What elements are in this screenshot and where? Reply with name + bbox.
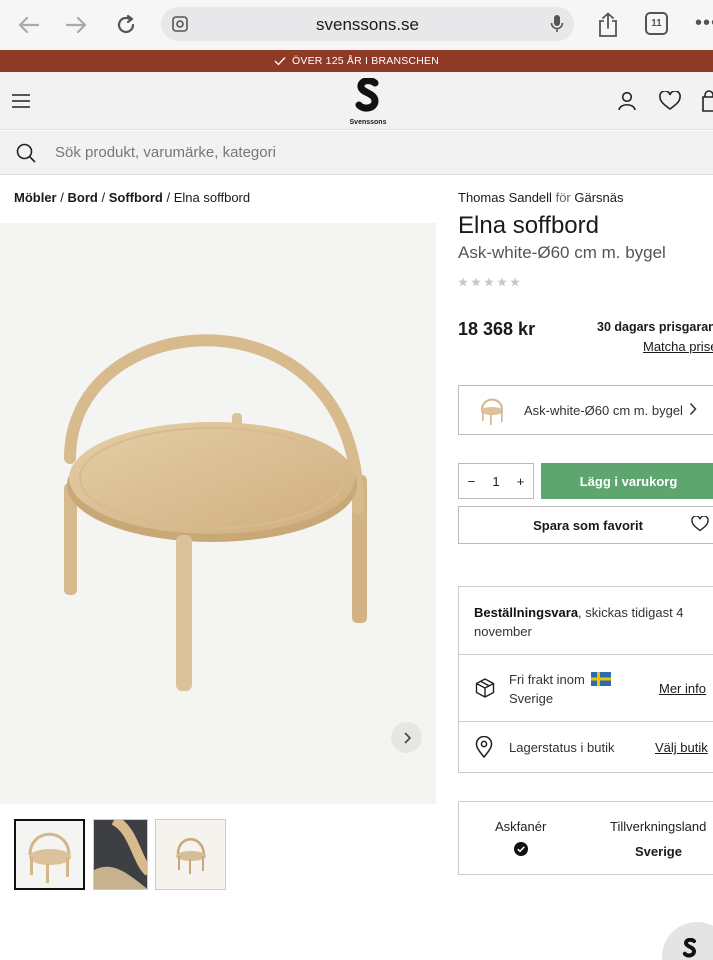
address-bar[interactable]: svenssons.se bbox=[161, 7, 574, 41]
breadcrumb-item-mobler[interactable]: Möbler bbox=[14, 190, 57, 205]
breadcrumb-item-soffbord[interactable]: Soffbord bbox=[109, 190, 163, 205]
star-icon bbox=[484, 277, 494, 287]
product-title: Elna soffbord bbox=[458, 212, 599, 239]
cart-bag-icon[interactable] bbox=[701, 90, 713, 117]
quantity-increase-button[interactable]: + bbox=[517, 474, 525, 489]
star-icon bbox=[458, 277, 468, 287]
check-icon bbox=[274, 57, 286, 66]
table-illustration bbox=[64, 334, 367, 691]
next-image-button[interactable] bbox=[391, 722, 422, 753]
chat-button[interactable] bbox=[662, 922, 713, 960]
account-icon[interactable] bbox=[617, 91, 637, 116]
thumbnail-detail-image bbox=[94, 820, 147, 889]
star-icon bbox=[497, 277, 507, 287]
variant-thumbnail bbox=[481, 398, 504, 425]
shipping-more-info-link[interactable]: Mer info bbox=[659, 681, 706, 696]
heart-icon bbox=[691, 516, 709, 532]
search-input[interactable]: Sök produkt, varumärke, kategori bbox=[55, 144, 276, 161]
add-to-cart-button[interactable]: Lägg i varukorg bbox=[541, 463, 713, 499]
order-type: Beställningsvara bbox=[474, 605, 579, 620]
choose-store-link[interactable]: Välj butik bbox=[655, 740, 708, 755]
promo-text: ÖVER 125 ÅR I BRANSCHEN bbox=[292, 55, 439, 67]
shipping-section: Fri frakt inom Sverige Mer info bbox=[459, 655, 713, 722]
save-favorite-label: Spara som favorit bbox=[533, 517, 643, 533]
location-pin-icon bbox=[475, 736, 493, 758]
product-price: 18 368 kr bbox=[458, 319, 536, 339]
match-price-link[interactable]: Matcha priset bbox=[643, 339, 713, 354]
search-bar[interactable]: Sök produkt, varumärke, kategori bbox=[0, 131, 713, 175]
forward-arrow-icon[interactable] bbox=[62, 10, 92, 40]
thumbnail-3[interactable] bbox=[155, 819, 226, 890]
breadcrumb-separator: / bbox=[60, 190, 64, 205]
logo-mark-icon bbox=[682, 938, 697, 958]
star-icon bbox=[471, 277, 481, 287]
reload-icon[interactable] bbox=[111, 10, 141, 40]
breadcrumb-item-bord[interactable]: Bord bbox=[68, 190, 98, 205]
store-stock-section: Lagerstatus i butik Välj butik bbox=[459, 722, 713, 773]
promo-banner: ÖVER 125 ÅR I BRANSCHEN bbox=[0, 50, 713, 72]
hamburger-menu-icon[interactable] bbox=[12, 94, 30, 113]
attribute-label: Askfanér bbox=[495, 819, 547, 834]
tabs-icon[interactable]: 11 bbox=[645, 12, 668, 35]
rating-stars[interactable] bbox=[458, 277, 520, 287]
variant-selector[interactable]: Ask-white-Ø60 cm m. bygel bbox=[458, 385, 713, 435]
product-variant-subtitle: Ask-white-Ø60 cm m. bygel bbox=[458, 243, 666, 262]
variant-selector-label: Ask-white-Ø60 cm m. bygel bbox=[524, 403, 683, 418]
thumbnail-1[interactable] bbox=[14, 819, 85, 890]
star-icon bbox=[510, 277, 520, 287]
shipping-text: Fri frakt inom Sverige bbox=[509, 672, 585, 706]
chevron-right-icon bbox=[403, 731, 411, 744]
quantity-decrease-button[interactable]: − bbox=[468, 474, 476, 489]
thumbnail-table-image bbox=[16, 821, 83, 888]
delivery-info-box: Beställningsvara, skickas tidigast 4 nov… bbox=[458, 586, 713, 773]
site-header: Svenssons bbox=[0, 72, 713, 130]
share-icon[interactable] bbox=[593, 10, 623, 40]
more-icon[interactable]: ••• bbox=[695, 12, 713, 35]
back-arrow-icon[interactable] bbox=[13, 10, 43, 40]
order-info-text: Beställningsvara, skickas tidigast 4 nov… bbox=[474, 603, 713, 641]
save-favorite-button[interactable]: Spara som favorit bbox=[458, 506, 713, 544]
thumbnail-room-image bbox=[156, 820, 225, 889]
brand-name[interactable]: Gärsnäs bbox=[574, 190, 623, 205]
chevron-right-icon bbox=[689, 402, 697, 416]
search-icon bbox=[16, 143, 36, 168]
attribute-value: Sverige bbox=[635, 844, 682, 859]
package-box-icon bbox=[475, 678, 495, 698]
breadcrumb-current: Elna soffbord bbox=[173, 190, 251, 205]
order-info-section: Beställningsvara, skickas tidigast 4 nov… bbox=[459, 587, 713, 655]
url-text: svenssons.se bbox=[316, 15, 419, 34]
check-circle-icon bbox=[514, 842, 528, 856]
attribute-label: Tillverkningsland bbox=[610, 819, 707, 834]
quantity-value[interactable]: 1 bbox=[492, 474, 499, 489]
favorites-heart-icon[interactable] bbox=[659, 90, 681, 116]
thumbnail-2[interactable] bbox=[93, 819, 148, 890]
quantity-stepper[interactable]: − 1 + bbox=[458, 463, 534, 499]
product-attributes: Askfanér Tillverkningsland Sverige bbox=[458, 801, 713, 875]
logo-mark-icon bbox=[355, 77, 379, 112]
breadcrumb: Möbler / Bord / Soffbord / Elna soffbord bbox=[14, 190, 250, 205]
breadcrumb-separator: / bbox=[166, 190, 171, 205]
logo[interactable]: Svenssons bbox=[340, 77, 396, 126]
stock-status-text: Lagerstatus i butik bbox=[509, 740, 615, 755]
for-text: för bbox=[555, 190, 571, 205]
product-image[interactable] bbox=[0, 223, 436, 804]
browser-toolbar: svenssons.se 11 ••• bbox=[0, 0, 713, 50]
logo-text: Svenssons bbox=[349, 119, 387, 126]
microphone-icon[interactable] bbox=[550, 14, 564, 39]
designer-name[interactable]: Thomas Sandell bbox=[458, 190, 552, 205]
breadcrumb-separator: / bbox=[101, 190, 106, 205]
designer-brand-line: Thomas Sandell för Gärsnäs bbox=[458, 190, 624, 205]
price-guarantee: 30 dagars prisgaranti bbox=[597, 320, 713, 334]
sweden-flag-icon bbox=[591, 672, 611, 686]
